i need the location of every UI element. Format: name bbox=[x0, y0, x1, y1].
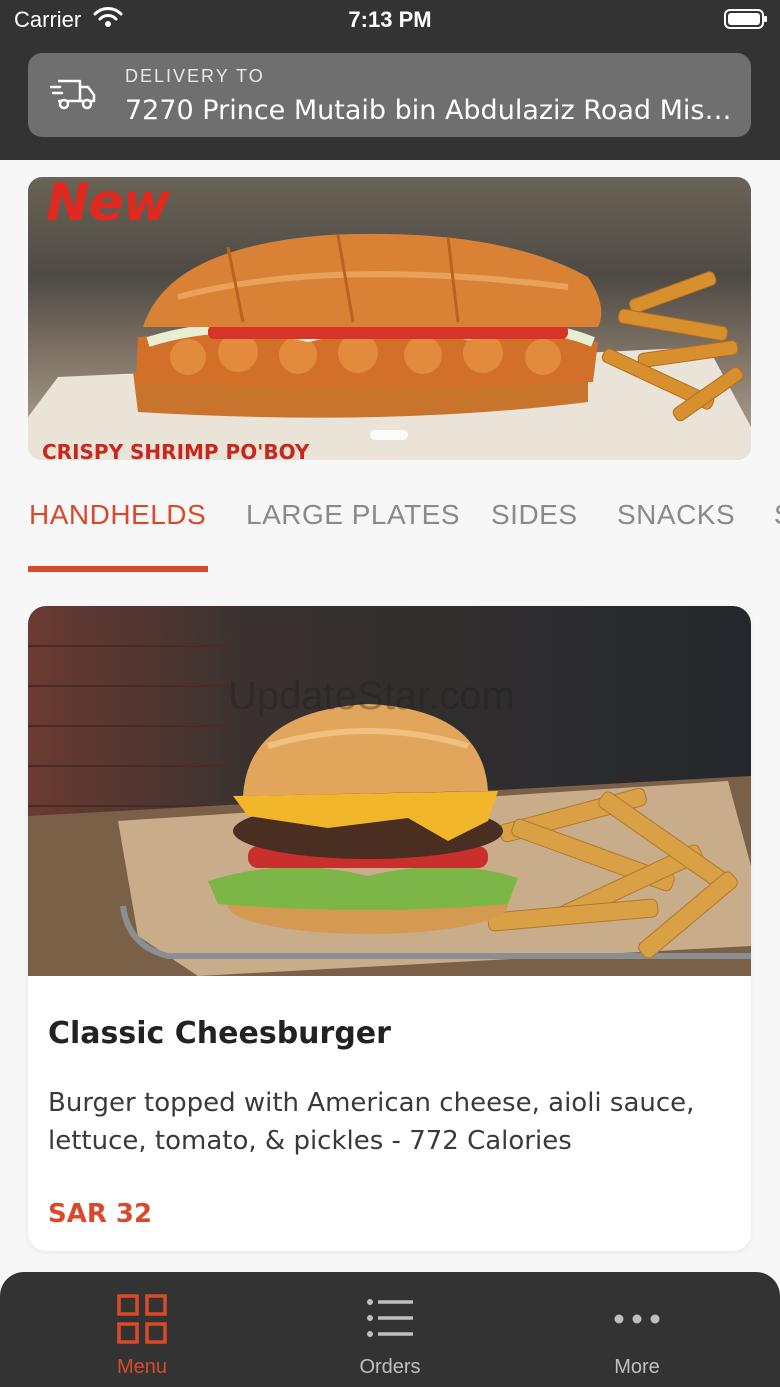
top-header: Carrier 7:13 PM DELIVERY TO 7270 Prince … bbox=[0, 0, 780, 160]
category-tabs: HANDHELDS LARGE PLATES SIDES SNACKS S bbox=[0, 480, 780, 580]
list-icon bbox=[367, 1299, 413, 1337]
tab-more-partial[interactable]: S bbox=[774, 499, 780, 531]
tabbar-menu-label: Menu bbox=[116, 1356, 168, 1378]
active-tab-indicator bbox=[28, 566, 208, 572]
tab-sides[interactable]: SIDES bbox=[491, 499, 578, 531]
product-price: SAR 32 bbox=[48, 1199, 153, 1229]
tabbar-more-label: More bbox=[614, 1356, 660, 1378]
promo-new-badge: New bbox=[46, 177, 171, 233]
status-bar: Carrier 7:13 PM bbox=[0, 0, 780, 40]
grid-icon bbox=[117, 1294, 167, 1344]
product-description: Burger topped with American cheese, aiol… bbox=[48, 1088, 695, 1156]
more-icon bbox=[614, 1314, 660, 1324]
promo-banner[interactable]: New CRISPY SHRIMP PO'BOY bbox=[28, 177, 751, 460]
watermark-text: UpdateStar.com bbox=[228, 674, 515, 718]
tabbar-orders[interactable]: Orders bbox=[260, 1272, 520, 1387]
product-name: Classic Cheesburger bbox=[48, 1016, 391, 1051]
carousel-page-indicator[interactable] bbox=[370, 430, 408, 440]
delivery-truck-icon bbox=[50, 79, 96, 110]
tab-handhelds[interactable]: HANDHELDS bbox=[29, 499, 206, 531]
tabbar-menu[interactable]: Menu bbox=[12, 1272, 272, 1387]
delivery-label: DELIVERY TO bbox=[125, 66, 265, 86]
battery-icon bbox=[724, 9, 767, 29]
tabbar-orders-label: Orders bbox=[359, 1356, 421, 1378]
tabbar-more[interactable]: More bbox=[507, 1272, 767, 1387]
tab-snacks[interactable]: SNACKS bbox=[617, 499, 735, 531]
status-time: 7:13 PM bbox=[348, 7, 432, 32]
promo-caption: CRISPY SHRIMP PO'BOY bbox=[42, 440, 310, 460]
product-card[interactable]: UpdateStar.com Classic Cheesburger Burge… bbox=[28, 606, 751, 1251]
cheeseburger-image bbox=[28, 606, 751, 976]
delivery-address: 7270 Prince Mutaib bin Abdulaziz Road Mi… bbox=[125, 95, 733, 126]
bottom-tab-bar: Menu Orders More bbox=[0, 1272, 780, 1387]
delivery-address-selector[interactable]: DELIVERY TO 7270 Prince Mutaib bin Abdul… bbox=[28, 53, 751, 137]
tab-large-plates[interactable]: LARGE PLATES bbox=[246, 499, 460, 531]
